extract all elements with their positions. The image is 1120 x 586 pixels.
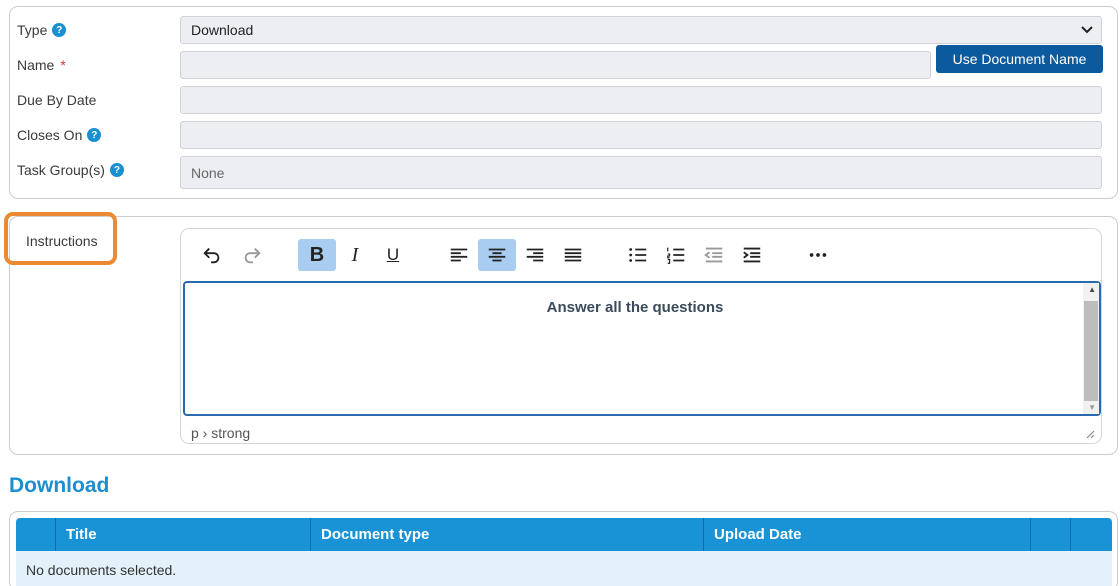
- table-header: Title Document type Upload Date: [16, 518, 1112, 551]
- help-icon[interactable]: ?: [109, 163, 124, 177]
- due-by-date-input[interactable]: [180, 86, 1102, 114]
- closes-on-input[interactable]: [180, 121, 1102, 149]
- italic-icon[interactable]: I: [336, 239, 374, 271]
- required-marker: *: [60, 57, 66, 73]
- empty-table-message: No documents selected.: [16, 551, 1112, 586]
- align-right-icon[interactable]: [516, 239, 554, 271]
- type-select[interactable]: Download: [180, 16, 1102, 44]
- redo-icon[interactable]: [233, 239, 271, 271]
- task-groups-select[interactable]: None: [180, 156, 1102, 189]
- bullet-list-icon[interactable]: [619, 239, 657, 271]
- indent-icon[interactable]: [733, 239, 771, 271]
- editor-scrollbar[interactable]: ▲ ▼: [1083, 283, 1099, 414]
- column-header-action-1: [1031, 518, 1071, 551]
- chevron-down-icon: [1081, 23, 1093, 37]
- help-icon[interactable]: ?: [87, 128, 102, 142]
- type-label: Type ?: [17, 22, 67, 38]
- editor-element-path[interactable]: p › strong: [191, 425, 250, 441]
- name-label: Name *: [17, 57, 66, 73]
- column-header-upload-date[interactable]: Upload Date: [704, 518, 1031, 551]
- help-icon[interactable]: ?: [52, 23, 67, 37]
- editor-toolbar: B I U: [181, 229, 1101, 279]
- due-by-date-label: Due By Date: [17, 92, 97, 108]
- instructions-label: Instructions: [26, 233, 98, 249]
- use-document-name-button[interactable]: Use Document Name: [936, 45, 1103, 73]
- scroll-thumb[interactable]: [1084, 301, 1098, 401]
- resize-handle-icon[interactable]: [1085, 429, 1095, 439]
- name-input[interactable]: [180, 51, 931, 79]
- rich-text-editor: B I U Answer all the questions ▲ ▼ p › s…: [180, 228, 1102, 444]
- align-center-icon[interactable]: [478, 239, 516, 271]
- numbered-list-icon[interactable]: [657, 239, 695, 271]
- align-left-icon[interactable]: [440, 239, 478, 271]
- align-justify-icon[interactable]: [554, 239, 592, 271]
- bold-icon[interactable]: B: [298, 239, 336, 271]
- task-groups-label: Task Group(s) ?: [17, 162, 124, 178]
- column-header-document-type[interactable]: Document type: [311, 518, 704, 551]
- closes-on-label: Closes On ?: [17, 127, 102, 143]
- outdent-icon[interactable]: [695, 239, 733, 271]
- column-header-title[interactable]: Title: [56, 518, 311, 551]
- scroll-up-icon[interactable]: ▲: [1088, 285, 1096, 294]
- editor-content-area[interactable]: Answer all the questions ▲ ▼: [183, 281, 1101, 416]
- column-header-action-2: [1071, 518, 1112, 551]
- underline-icon[interactable]: U: [374, 239, 412, 271]
- column-header-select: [16, 518, 56, 551]
- more-icon[interactable]: [799, 239, 837, 271]
- documents-table: Title Document type Upload Date No docum…: [9, 511, 1118, 586]
- scroll-down-icon[interactable]: ▼: [1088, 403, 1096, 412]
- instructions-text: Answer all the questions: [546, 299, 724, 316]
- download-section-title: Download: [9, 474, 110, 497]
- undo-icon[interactable]: [193, 239, 231, 271]
